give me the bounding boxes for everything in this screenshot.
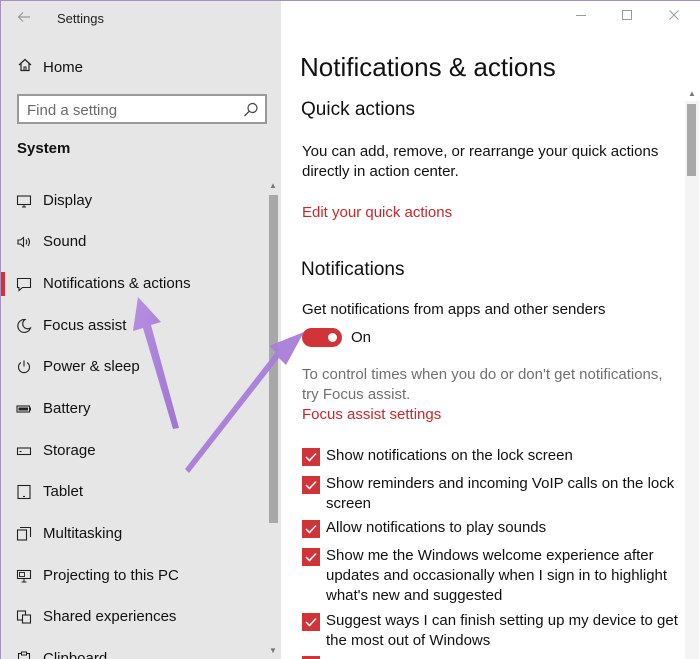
sidebar-item-label: Sound [43,233,87,250]
sidebar-item-label: Notifications & actions [43,275,191,292]
close-icon[interactable] [666,7,682,23]
sidebar-item-storage[interactable]: Storage [1,433,266,469]
home-nav-item[interactable]: Home [17,56,83,78]
main-scrollbar-thumb[interactable] [687,104,696,176]
sidebar-item-label: Storage [43,442,96,459]
quick-actions-description: You can add, remove, or rearrange your q… [302,143,659,180]
sidebar-item-shared-experiences[interactable]: Shared experiences [1,599,266,635]
minimize-icon[interactable] [573,7,589,23]
sidebar-item-label: Shared experiences [43,608,177,625]
scroll-down-icon[interactable]: ▼ [267,646,279,656]
toggle-state-label: On [351,329,372,346]
sidebar: Settings Home System Display Sound Notif… [1,1,281,659]
checkbox-checked[interactable] [302,548,320,566]
sidebar-item-focus-assist[interactable]: Focus assist [1,308,266,344]
sidebar-item-label: Power & sleep [43,358,140,375]
scroll-up-icon[interactable]: ▲ [685,89,699,99]
window-controls [561,1,700,33]
storage-icon [16,443,32,459]
notifications-toggle[interactable] [302,328,342,347]
checkbox-label: Suggest ways I can finish setting up my … [326,612,678,649]
home-label: Home [43,58,84,76]
sidebar-item-clipboard[interactable]: Clipboard [1,641,266,659]
sidebar-item-label: Tablet [43,483,84,500]
notifications-heading: Notifications [301,259,405,280]
moon-icon [16,318,32,334]
checkbox-label: Show notifications on the lock screen [326,447,573,464]
multitasking-icon [16,526,32,542]
main-content: Notifications & actions Quick actions Yo… [281,1,700,659]
tablet-icon [16,484,32,500]
edit-quick-actions-link[interactable]: Edit your quick actions [302,204,452,221]
sidebar-item-label: Focus assist [43,317,127,334]
checkbox-checked[interactable] [302,476,320,494]
clipboard-icon [16,651,32,659]
quick-actions-heading: Quick actions [301,99,416,120]
sidebar-item-notifications[interactable]: Notifications & actions [1,266,266,302]
sidebar-item-label: Multitasking [43,525,123,542]
selection-indicator [1,272,5,296]
sidebar-item-label: Display [43,192,93,209]
back-arrow-icon[interactable] [16,9,32,25]
sidebar-item-tablet[interactable]: Tablet [1,474,266,510]
sidebar-item-label: Projecting to this PC [43,567,179,584]
speaker-icon [16,234,32,250]
monitor-icon [16,193,32,209]
maximize-icon[interactable] [619,7,635,23]
sidebar-item-battery[interactable]: Battery [1,391,266,427]
home-icon [17,57,33,78]
power-icon [16,359,32,375]
main-scrollbar-track[interactable] [685,101,699,659]
focus-assist-settings-link[interactable]: Focus assist settings [302,406,441,423]
checkbox-checked[interactable] [302,613,320,631]
toggle-caption: Get notifications from apps and other se… [302,301,606,318]
sidebar-item-projecting[interactable]: Projecting to this PC [1,558,266,594]
shared-icon [16,609,32,625]
battery-icon [16,401,32,417]
sidebar-item-multitasking[interactable]: Multitasking [1,516,266,552]
checkbox-label: Show me the Windows welcome experience a… [326,547,668,604]
app-title: Settings [57,11,104,26]
search-icon[interactable] [242,101,260,119]
checkbox-checked[interactable] [302,520,320,538]
scroll-up-icon[interactable]: ▲ [267,181,279,191]
projecting-icon [16,568,32,584]
title-bar: Settings [1,1,281,35]
checkbox-checked[interactable] [302,448,320,466]
checkbox-label: Show reminders and incoming VoIP calls o… [326,475,675,512]
sidebar-scrollbar-thumb[interactable] [269,195,278,523]
toggle-knob [328,333,337,342]
sidebar-item-label: Clipboard [43,650,108,659]
search-box[interactable] [17,94,267,124]
sidebar-item-label: Battery [43,400,91,417]
focus-assist-text: To control times when you do or don't ge… [302,366,663,403]
sidebar-item-display[interactable]: Display [1,183,266,219]
search-input[interactable] [27,100,237,120]
page-title: Notifications & actions [300,52,556,82]
checkbox-label: Allow notifications to play sounds [326,519,547,536]
section-title: System [17,140,71,157]
sidebar-item-power-sleep[interactable]: Power & sleep [1,349,266,385]
notification-icon [16,276,32,292]
sidebar-item-sound[interactable]: Sound [1,224,266,260]
